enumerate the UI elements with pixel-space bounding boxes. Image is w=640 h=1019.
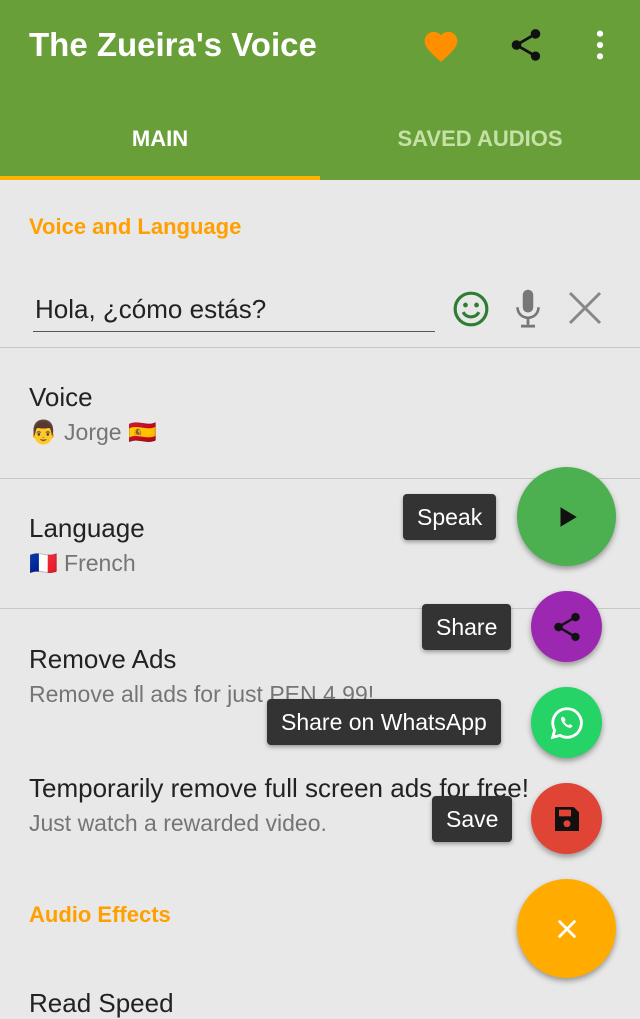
speak-button[interactable] [517,467,616,566]
share-fab-button[interactable] [531,591,602,662]
app-bar: The Zueira's Voice MAIN SAVED AUDIOS [0,0,640,180]
section-audio-effects: Audio Effects [29,902,171,927]
whatsapp-icon [550,706,583,739]
tab-main[interactable]: MAIN [0,100,320,180]
tab-bar: MAIN SAVED AUDIOS [0,100,640,180]
voice-value: 👨 Jorge 🇪🇸 [29,419,157,445]
save-button[interactable] [531,783,602,854]
save-icon [554,806,579,831]
more-vert-icon[interactable] [590,28,610,62]
section-voice-language: Voice and Language [29,214,242,239]
read-speed-title: Read Speed [29,988,174,1018]
read-speed-item[interactable]: Read Speed [0,988,640,1019]
save-label[interactable]: Save [432,796,513,842]
text-input-row: Hola, ¿cómo estás? [0,280,640,348]
tab-saved-audios[interactable]: SAVED AUDIOS [320,100,640,180]
app-title: The Zueira's Voice [29,26,317,63]
play-icon [560,506,577,527]
share-icon [553,612,580,641]
speak-label[interactable]: Speak [403,494,497,540]
emoji-icon[interactable] [452,290,490,328]
whatsapp-button[interactable] [531,687,602,758]
voice-item[interactable]: Voice 👨 Jorge 🇪🇸 [0,382,640,446]
voice-title: Voice [29,382,93,412]
share-label[interactable]: Share [422,604,512,650]
microphone-icon[interactable] [512,288,544,330]
share-icon[interactable] [507,26,545,64]
whatsapp-label[interactable]: Share on WhatsApp [267,699,501,745]
close-fab-menu-button[interactable] [517,879,616,978]
close-icon [557,919,576,938]
text-input[interactable]: Hola, ¿cómo estás? [33,290,435,332]
clear-icon[interactable] [567,290,603,326]
heart-icon[interactable] [421,27,461,63]
